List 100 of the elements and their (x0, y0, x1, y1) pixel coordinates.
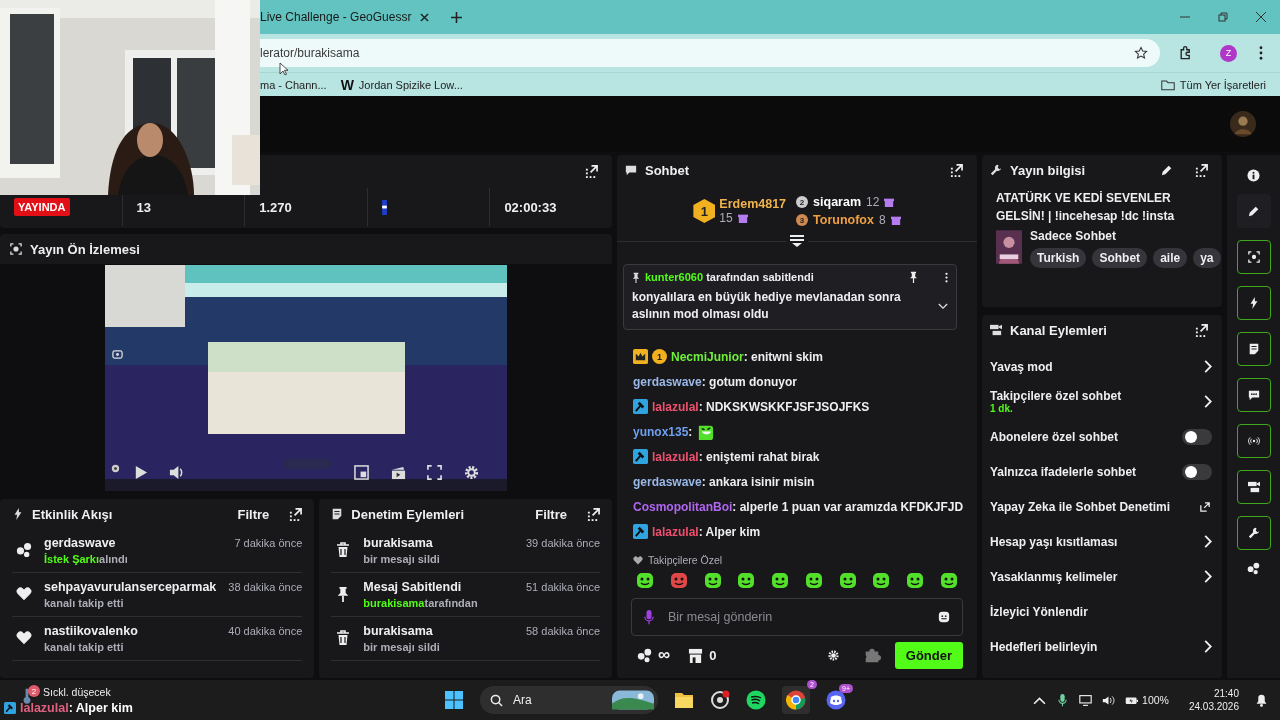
channel-action[interactable]: Hesap yaşı kısıtlaması (990, 524, 1216, 559)
channel-action[interactable]: Yalnızca ifadelerle sohbet (990, 454, 1216, 489)
close-tab-icon[interactable] (420, 12, 429, 22)
expand-icon[interactable] (938, 302, 948, 310)
activity-toggle-button[interactable] (1236, 286, 1271, 320)
emote-icon[interactable] (803, 570, 824, 590)
message-input[interactable]: Bir mesaj gönderin (631, 598, 963, 636)
filter-button[interactable]: Filtre (231, 506, 276, 522)
chevron-right-icon (1204, 360, 1212, 373)
popout-icon[interactable] (1195, 163, 1208, 177)
music-app-icon[interactable] (746, 690, 766, 710)
emote-icon[interactable] (871, 570, 892, 590)
clock-date[interactable]: 24.03.2026 (1188, 700, 1239, 713)
popout-icon[interactable] (585, 165, 598, 178)
tag[interactable]: aile (1153, 248, 1188, 268)
settings-icon[interactable] (110, 463, 121, 474)
record-icon[interactable] (710, 690, 730, 710)
filter-button[interactable]: Filtre (529, 506, 573, 522)
emote-icon[interactable] (770, 570, 791, 590)
send-button[interactable]: Gönder (894, 641, 963, 669)
leader-name[interactable]: Erdem4817 (719, 197, 787, 211)
settings-icon[interactable] (827, 649, 839, 661)
hammer-badge-icon (633, 524, 648, 539)
pencil-icon[interactable] (1161, 164, 1173, 176)
points-icon[interactable] (1247, 562, 1260, 575)
close-icon[interactable] (1256, 12, 1266, 22)
weather-text[interactable]: Sıckl. düşecek (43, 686, 111, 698)
edit-button[interactable] (1236, 194, 1271, 228)
picture-in-picture-icon[interactable] (354, 465, 369, 480)
volume-icon[interactable] (1102, 693, 1116, 707)
popout-icon[interactable] (289, 507, 303, 521)
clip-icon[interactable] (112, 349, 123, 360)
channel-action[interactable]: Yavaş mod (990, 349, 1216, 384)
tag[interactable]: Turkish (1030, 248, 1087, 268)
pin-icon[interactable] (909, 271, 918, 283)
browser-tab[interactable]: Live Challenge - GeoGuessr (260, 10, 418, 24)
theatre-mode-icon[interactable] (391, 465, 406, 480)
search-icon (490, 693, 503, 707)
tag[interactable]: Sohbet (1092, 248, 1148, 268)
menu-icon[interactable] (1259, 46, 1263, 60)
gift-icon (884, 197, 895, 207)
chat-message: NecmiJunior: enitwni skim (671, 349, 824, 364)
points-balance: ∞ (658, 645, 671, 665)
leader-name[interactable]: Torunofox (813, 213, 874, 227)
broadcast-toggle-button[interactable] (1236, 424, 1271, 458)
trash-icon (335, 630, 352, 646)
fullscreen-icon[interactable] (427, 465, 442, 480)
emote-icon[interactable] (905, 570, 926, 590)
username[interactable]: sehpayavurulanserceparmak (44, 580, 217, 594)
info-icon[interactable] (1247, 169, 1260, 182)
folder-icon[interactable] (674, 690, 694, 710)
channel-action[interactable]: Yasaklanmış kelimeler (990, 559, 1216, 594)
tag[interactable]: ya (1193, 248, 1221, 268)
chevron-right-icon (1204, 640, 1212, 653)
clock-time[interactable]: 21:40 (1213, 687, 1239, 700)
notification-bell-icon[interactable] (1255, 693, 1268, 707)
emote-icon[interactable] (938, 570, 959, 590)
volume-icon[interactable] (169, 465, 184, 480)
new-tab-icon[interactable] (451, 11, 462, 23)
settings-icon[interactable] (464, 465, 479, 480)
chat-app-icon[interactable] (826, 690, 846, 710)
channel-action[interactable]: Yapay Zeka ile Sohbet Denetimi (990, 489, 1216, 524)
popout-icon[interactable] (950, 163, 963, 177)
panel-title: Yayın Ön İzlemesi (30, 241, 140, 257)
microphone-icon[interactable] (1056, 693, 1070, 707)
windows-start-icon[interactable] (444, 690, 464, 710)
channel-action[interactable]: Takipçilere özel sohbet 1 dk. (990, 384, 1216, 419)
user-avatar[interactable] (1230, 111, 1256, 137)
address-bar[interactable]: lerator/burakisama (260, 39, 1160, 67)
username[interactable]: nastiikovalenko (44, 624, 217, 638)
channel-action[interactable]: Abonelere özel sohbet (990, 419, 1216, 454)
chevron-right-icon (1204, 395, 1212, 408)
leader-name[interactable]: siqaram (813, 195, 862, 209)
channel-actions-toggle-button[interactable] (1236, 470, 1271, 504)
browser-icon[interactable] (786, 690, 806, 710)
emote-icon[interactable] (635, 570, 655, 590)
popout-icon[interactable] (1195, 323, 1208, 337)
channel-action[interactable]: İzleyici Yönlendir (990, 594, 1216, 629)
category-name[interactable]: Sadece Sohbet (1030, 229, 1221, 243)
emote-icon[interactable] (702, 570, 723, 590)
all-bookmarks[interactable]: Tüm Yer İşaretleri (1160, 78, 1266, 91)
emote-icon[interactable] (668, 570, 689, 590)
bookmark[interactable]: ma - Chann... (260, 78, 327, 91)
moderation-toggle-button[interactable] (1236, 332, 1271, 366)
taskbar-search[interactable]: Ara (480, 686, 658, 714)
chat-toggle-button[interactable] (1236, 378, 1271, 412)
username[interactable]: gerdaswave (44, 536, 223, 550)
battery-level: 100% (1142, 694, 1169, 706)
restore-icon[interactable] (1218, 12, 1228, 22)
display-icon[interactable] (1079, 693, 1093, 707)
profile-avatar[interactable]: Z (1220, 44, 1237, 62)
popout-icon[interactable] (587, 507, 600, 521)
channel-action[interactable]: Hedefleri belirleyin (990, 629, 1216, 664)
bookmark[interactable]: W Jordan Spizike Low... (340, 76, 463, 93)
emote-icon[interactable] (736, 570, 757, 590)
emote-icon[interactable] (837, 570, 858, 590)
chevron-right-icon (1204, 570, 1212, 583)
preview-toggle-button[interactable] (1236, 240, 1271, 274)
stream-info-toggle-button[interactable] (1236, 516, 1271, 550)
more-icon[interactable] (945, 271, 948, 283)
